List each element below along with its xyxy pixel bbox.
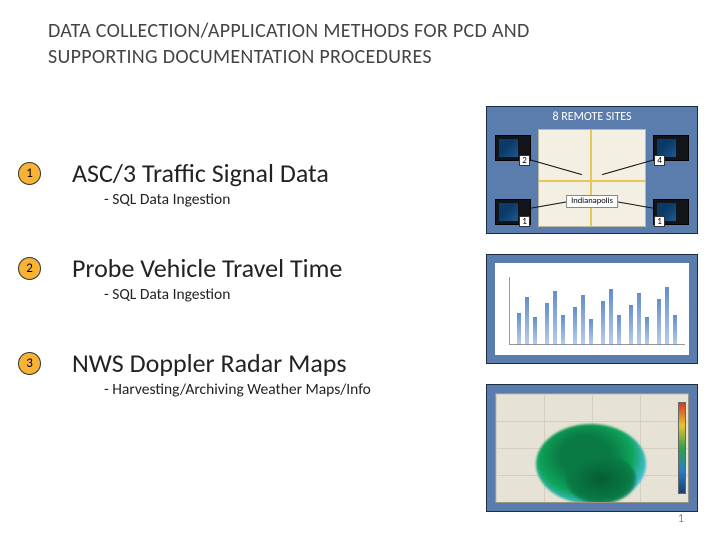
item-subtext: - Harvesting/Archiving Weather Maps/Info [72,380,438,399]
color-legend [678,402,686,494]
radar-map-panel [486,384,698,512]
item-subtext: - SQL Data Ingestion [72,285,438,304]
device-count: 4 [654,155,665,166]
item-number-badge: 3 [18,352,41,375]
item-subtext: - SQL Data Ingestion [72,190,438,209]
item-heading: ASC/3 Traffic Signal Data [72,158,438,188]
remote-sites-panel: 8 REMOTE SITES Indianapolis 2 4 1 1 [486,106,698,234]
list-item: 1 ASC/3 Traffic Signal Data - SQL Data I… [18,158,438,209]
precipitation-blob [566,454,636,503]
item-number-badge: 2 [18,257,41,280]
list-item: 3 NWS Doppler Radar Maps - Harvesting/Ar… [18,348,438,399]
page-number: 1 [678,512,684,526]
panel-title: 8 REMOTE SITES [487,107,697,126]
map-graphic [538,129,646,227]
device-count: 2 [519,155,530,166]
slide-title: DATA COLLECTION/APPLICATION METHODS FOR … [48,18,608,70]
travel-time-chart-panel [486,254,698,364]
chart-graphic [495,263,689,355]
item-heading: Probe Vehicle Travel Time [72,253,438,283]
radar-graphic [495,393,689,503]
item-heading: NWS Doppler Radar Maps [72,348,438,378]
item-number-badge: 1 [18,162,41,185]
list-item: 2 Probe Vehicle Travel Time - SQL Data I… [18,253,438,304]
side-panels: 8 REMOTE SITES Indianapolis 2 4 1 1 [486,106,698,532]
city-label: Indianapolis [566,195,618,208]
device-count: 1 [654,216,665,227]
device-count: 1 [519,216,530,227]
method-list: 1 ASC/3 Traffic Signal Data - SQL Data I… [18,158,438,443]
